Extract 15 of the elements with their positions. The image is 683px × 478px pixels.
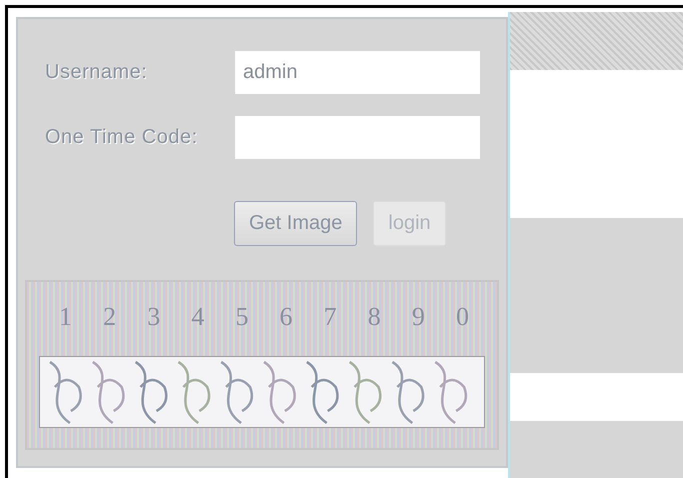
digit-label: 1 — [59, 302, 72, 332]
digit-label: 4 — [191, 302, 204, 332]
digit-label: 3 — [147, 302, 160, 332]
button[interactable]: Get Image — [234, 201, 358, 246]
input-field[interactable]: admin — [235, 51, 480, 94]
digit-label: 7 — [324, 302, 337, 332]
field-label: One Time Code: — [44, 126, 199, 149]
digit-label: 0 — [456, 302, 469, 332]
digit-label: 5 — [235, 302, 248, 332]
digit-label: 6 — [280, 302, 293, 332]
digit-label: 8 — [368, 302, 381, 332]
digit-label: 2 — [103, 302, 116, 332]
field-label: Username: — [44, 61, 148, 84]
digit-label: 9 — [412, 302, 425, 332]
input-field[interactable] — [235, 116, 480, 159]
